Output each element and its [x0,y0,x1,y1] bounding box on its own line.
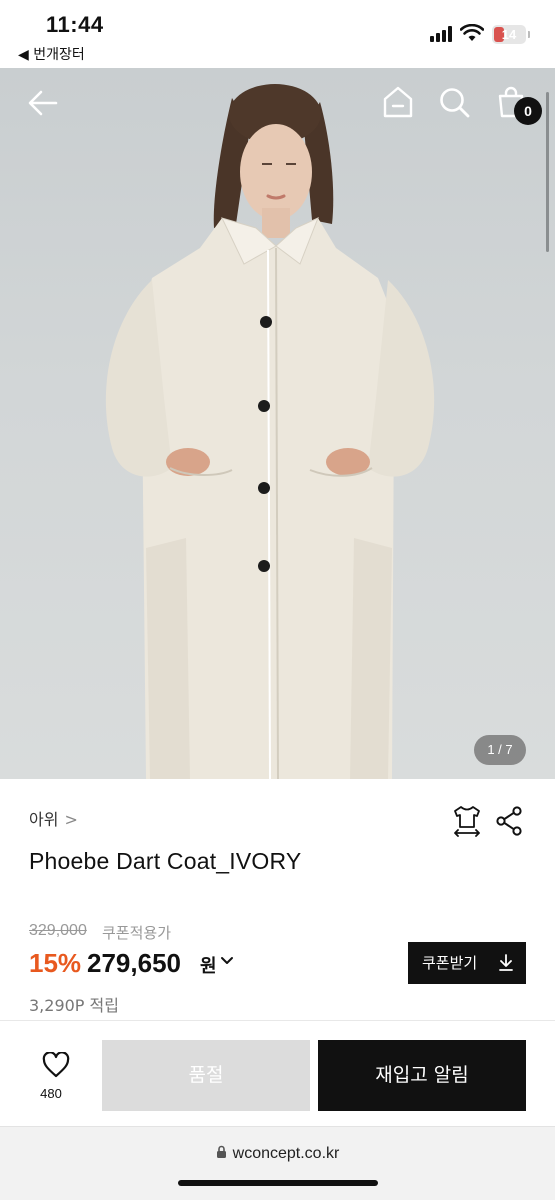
restock-alert-button[interactable]: 재입고 알림 [318,1040,526,1111]
status-time: 11:44 [46,12,104,37]
like-button[interactable] [28,1051,74,1083]
browser-address-bar[interactable]: wconcept.co.kr [0,1126,555,1200]
soldout-button[interactable]: 품절 [102,1040,310,1111]
cellular-signal-icon [430,26,454,42]
brand-name: 아위 [29,810,59,829]
brand-link[interactable]: 아위 > [29,806,78,830]
cart-count-badge[interactable]: 0 [514,97,542,125]
like-count: 480 [40,1086,62,1101]
heart-icon[interactable] [42,1051,70,1078]
divider [0,1020,555,1021]
get-coupon-button[interactable]: 쿠폰받기 [408,942,526,984]
model-coat-illustration [105,84,435,779]
size-guide-icon[interactable] [452,805,482,837]
product-image[interactable] [0,68,555,779]
status-bar: 11:44 ◀ 번개장터 14 [0,0,555,68]
share-icon[interactable] [496,806,524,836]
scrollbar[interactable] [546,92,549,252]
get-coupon-label: 쿠폰받기 [422,954,478,972]
original-price: 329,000 [29,922,87,939]
coupon-price-label: 쿠폰적용가 [102,924,172,942]
url-text: wconcept.co.kr [232,1145,340,1162]
download-icon [499,954,513,971]
home-indicator [178,1180,378,1186]
product-title: Phoebe Dart Coat_IVORY [29,848,302,874]
url-field[interactable]: wconcept.co.kr [0,1145,555,1163]
back-to-app-link[interactable]: ◀ 번개장터 [18,44,85,64]
chevron-right-icon: > [64,810,78,829]
battery-level: 14 [501,27,517,42]
battery-tip [528,31,530,38]
battery-icon: 14 [492,25,526,44]
search-icon[interactable] [439,87,471,119]
currency-unit[interactable]: 원 [200,952,217,978]
discount-rate: 15% [29,948,82,978]
lock-icon [216,1145,226,1158]
home-icon[interactable] [383,86,413,118]
sale-price: 279,650 [87,948,181,978]
image-pager: 1 / 7 [474,735,526,765]
arrow-left-icon[interactable] [28,90,58,116]
wifi-icon [460,24,484,41]
reward-points: 3,290P 적립 [29,996,119,1015]
chevron-down-icon[interactable] [220,956,234,966]
